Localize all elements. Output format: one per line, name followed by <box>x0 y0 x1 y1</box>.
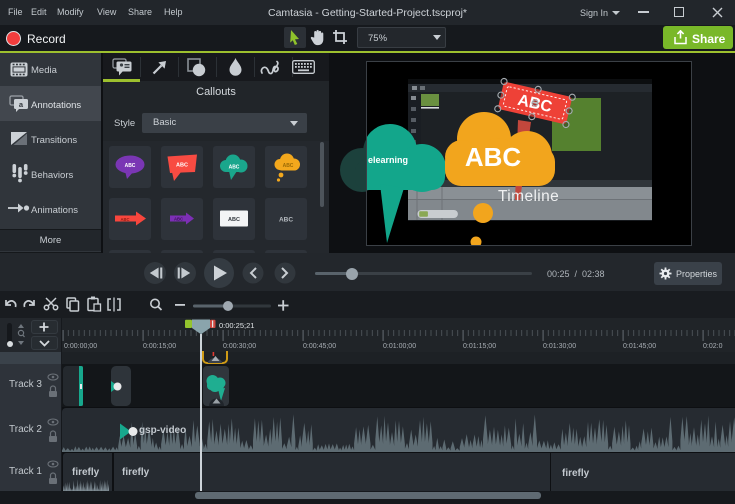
svg-text:ABC: ABC <box>176 163 188 169</box>
svg-text:ABC: ABC <box>228 217 240 223</box>
svg-text:ABC: ABC <box>283 163 294 169</box>
svg-text:ABC: ABC <box>279 217 293 224</box>
svg-text:ABC: ABC <box>120 217 129 222</box>
svg-text:ABC: ABC <box>465 142 522 172</box>
svg-text:elearning: elearning <box>368 155 408 165</box>
svg-text:Timeline: Timeline <box>498 188 559 205</box>
svg-text:ABC: ABC <box>125 163 136 169</box>
svg-text:ABC: ABC <box>229 165 240 171</box>
svg-text:ABC: ABC <box>174 217 183 222</box>
